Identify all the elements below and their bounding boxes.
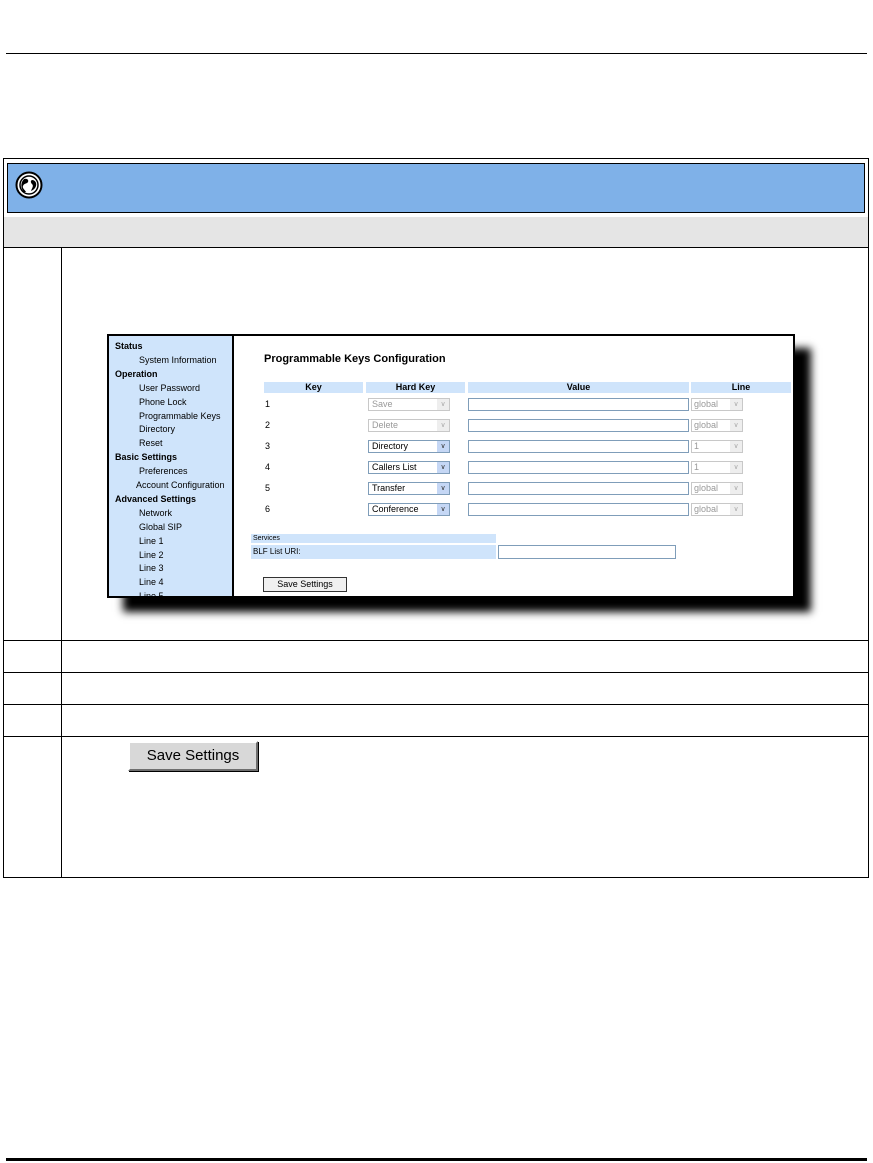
- chevron-down-icon[interactable]: ∨: [730, 420, 742, 431]
- hard-key-select-value: Conference: [372, 504, 419, 514]
- key-number: 1: [265, 399, 271, 409]
- hard-key-select[interactable]: Transfer ∨: [368, 482, 450, 495]
- hard-key-select[interactable]: Directory ∨: [368, 440, 450, 453]
- line-select[interactable]: 1 ∨: [691, 440, 743, 453]
- row-divider: [4, 704, 868, 705]
- sidebar-item[interactable]: Line 4: [139, 577, 164, 588]
- sidebar-item[interactable]: Line 5: [139, 591, 164, 596]
- chevron-down-icon[interactable]: ∨: [437, 441, 449, 452]
- column-header-hard-key: Hard Key: [366, 382, 465, 393]
- line-select-value: global: [694, 420, 719, 430]
- page-title: Programmable Keys Configuration: [264, 353, 446, 365]
- value-input[interactable]: [468, 503, 689, 516]
- row-divider: [4, 736, 868, 737]
- line-select[interactable]: global ∨: [691, 419, 743, 432]
- footer-rule: [6, 1158, 867, 1161]
- chevron-down-icon[interactable]: ∨: [437, 483, 449, 494]
- sidebar-section-heading: Basic Settings: [115, 452, 178, 463]
- hard-key-select[interactable]: Conference ∨: [368, 503, 450, 516]
- key-number: 3: [265, 441, 271, 451]
- sidebar-item[interactable]: Network: [139, 508, 172, 519]
- value-input[interactable]: [468, 461, 689, 474]
- sidebar-item[interactable]: Line 1: [139, 536, 164, 547]
- hard-key-select[interactable]: Delete ∨: [368, 419, 450, 432]
- chevron-down-icon[interactable]: ∨: [437, 420, 449, 431]
- hard-key-select-value: Transfer: [372, 483, 406, 493]
- key-number: 4: [265, 462, 271, 472]
- column-header-value: Value: [468, 382, 689, 393]
- key-number: 2: [265, 420, 271, 430]
- sidebar-item[interactable]: Directory: [139, 424, 175, 435]
- column-header-line: Line: [691, 382, 791, 393]
- row-divider: [4, 640, 868, 641]
- line-select-value: global: [694, 504, 719, 514]
- sidebar-item[interactable]: Programmable Keys: [139, 411, 221, 422]
- sidebar-item[interactable]: Line 3: [139, 563, 164, 574]
- line-select[interactable]: global ∨: [691, 503, 743, 516]
- sidebar-item[interactable]: Preferences: [139, 466, 188, 477]
- hard-key-select[interactable]: Save ∨: [368, 398, 450, 411]
- line-select[interactable]: 1 ∨: [691, 461, 743, 474]
- hard-key-select-value: Callers List: [372, 462, 417, 472]
- sidebar-item[interactable]: System Information: [139, 355, 217, 366]
- value-input[interactable]: [468, 440, 689, 453]
- value-input[interactable]: [468, 482, 689, 495]
- key-number: 6: [265, 504, 271, 514]
- line-select-value: 1: [694, 462, 700, 472]
- chevron-down-icon[interactable]: ∨: [437, 399, 449, 410]
- web-sidebar: Status System Information Operation User Pa…: [109, 336, 234, 596]
- sidebar-section-heading: Advanced Settings: [115, 493, 197, 504]
- sidebar-section-heading: Operation: [115, 368, 158, 379]
- sidebar-item[interactable]: Global SIP: [139, 522, 182, 533]
- chevron-down-icon[interactable]: ∨: [730, 441, 742, 452]
- sidebar-item[interactable]: Account Configuration: [136, 480, 225, 491]
- line-select[interactable]: global ∨: [691, 398, 743, 411]
- chevron-down-icon[interactable]: ∨: [730, 462, 742, 473]
- key-number: 5: [265, 483, 271, 493]
- line-select-value: global: [694, 399, 719, 409]
- sidebar-item[interactable]: Line 2: [139, 550, 164, 561]
- globe-icon: [15, 171, 43, 199]
- value-input[interactable]: [468, 419, 689, 432]
- hard-key-select[interactable]: Callers List ∨: [368, 461, 450, 474]
- row-divider: [4, 672, 868, 673]
- chevron-down-icon[interactable]: ∨: [730, 399, 742, 410]
- line-select-value: 1: [694, 441, 700, 451]
- value-input[interactable]: [468, 398, 689, 411]
- save-settings-button-large[interactable]: Save Settings: [128, 741, 258, 771]
- sidebar-item[interactable]: Phone Lock: [139, 397, 187, 408]
- line-select[interactable]: global ∨: [691, 482, 743, 495]
- procedure-subheader: [4, 217, 868, 248]
- chevron-down-icon[interactable]: ∨: [730, 483, 742, 494]
- chevron-down-icon[interactable]: ∨: [730, 504, 742, 515]
- chevron-down-icon[interactable]: ∨: [437, 462, 449, 473]
- hard-key-select-value: Save: [372, 399, 393, 409]
- web-ui-screenshot: Status System Information Operation User Pa…: [107, 334, 795, 598]
- chevron-down-icon[interactable]: ∨: [437, 504, 449, 515]
- line-select-value: global: [694, 483, 719, 493]
- services-section-label: Services: [251, 534, 496, 543]
- sidebar-section-heading: Status: [115, 341, 143, 351]
- web-main-panel: Programmable Keys Configuration Key Hard…: [234, 336, 793, 596]
- blf-list-uri-input[interactable]: [498, 545, 676, 559]
- hard-key-select-value: Directory: [372, 441, 409, 451]
- sidebar-item[interactable]: User Password: [139, 383, 200, 394]
- sidebar-item[interactable]: Reset: [139, 438, 163, 449]
- hard-key-select-value: Delete: [372, 420, 399, 430]
- save-settings-button[interactable]: Save Settings: [263, 577, 347, 592]
- procedure-header: [7, 163, 865, 213]
- column-header-key: Key: [264, 382, 363, 393]
- step-column-divider: [61, 248, 62, 877]
- header-rule: [6, 53, 867, 54]
- blf-list-uri-label: BLF List URI:: [251, 545, 496, 559]
